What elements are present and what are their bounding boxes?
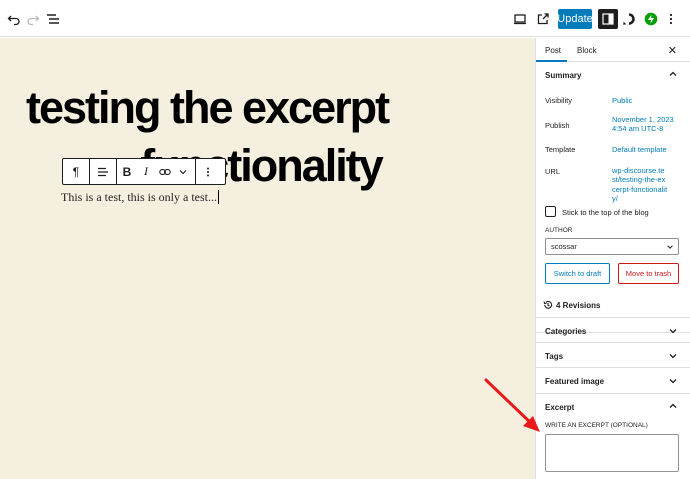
template-label: Template (545, 145, 576, 154)
chevron-down-icon (667, 245, 673, 249)
sidebar-tabs: Post Block ✕ (536, 38, 690, 62)
visibility-value[interactable]: Public (612, 96, 632, 105)
publish-label: Publish (545, 121, 570, 130)
link-icon[interactable] (155, 159, 175, 184)
post-title-line-1: testing the excerpt (26, 82, 390, 133)
chevron-down-icon[interactable] (668, 376, 678, 386)
discourse-icon[interactable] (621, 11, 637, 27)
undo-icon[interactable] (6, 11, 22, 27)
categories-panel[interactable]: Categories (536, 318, 690, 343)
list-view-icon[interactable] (45, 11, 61, 27)
active-tab-indicator (536, 60, 567, 62)
options-icon[interactable] (196, 159, 220, 184)
categories-heading[interactable]: Categories (545, 327, 586, 336)
excerpt-heading[interactable]: Excerpt (545, 403, 574, 412)
revisions-link[interactable]: 4 Revisions (556, 301, 600, 310)
url-value[interactable]: wp-discourse.test/testing-the-excerpt-fu… (612, 166, 668, 204)
align-icon[interactable] (90, 159, 116, 184)
excerpt-field-label: WRITE AN EXCERPT (OPTIONAL) (545, 422, 648, 429)
editor-header: Update (0, 0, 690, 37)
bold-icon[interactable]: B (117, 159, 137, 184)
excerpt-panel: Excerpt WRITE AN EXCERPT (OPTIONAL) (536, 394, 690, 479)
close-icon[interactable]: ✕ (668, 44, 677, 57)
publish-date-value[interactable]: November 1, 2023 4:54 am UTC-8 (612, 115, 682, 134)
tags-panel[interactable]: Tags (536, 343, 690, 368)
tags-heading[interactable]: Tags (545, 352, 563, 361)
visibility-label: Visibility (545, 96, 572, 105)
external-link-icon[interactable] (535, 11, 551, 27)
move-to-trash-button[interactable]: Move to trash (618, 263, 679, 284)
paragraph-text: This is a test, this is only a test... (61, 190, 217, 204)
url-label: URL (545, 167, 561, 176)
tab-post[interactable]: Post (545, 46, 561, 55)
text-caret (218, 190, 219, 204)
chevron-up-icon[interactable] (668, 401, 678, 411)
sticky-label: Stick to the top of the blog (562, 208, 649, 217)
sidebar-settings-icon[interactable] (598, 9, 618, 29)
chevron-up-icon[interactable] (668, 69, 678, 79)
excerpt-textarea[interactable] (545, 434, 679, 472)
more-rich-text-icon[interactable] (175, 159, 191, 184)
summary-heading[interactable]: Summary (545, 71, 581, 80)
jetpack-icon[interactable] (643, 11, 659, 27)
chevron-down-icon[interactable] (668, 326, 678, 336)
block-toolbar: ¶ B I (62, 158, 226, 185)
switch-to-draft-button[interactable]: Switch to draft (545, 263, 610, 284)
author-value: scossar (551, 242, 577, 251)
author-select[interactable]: scossar (545, 238, 679, 255)
redo-icon[interactable] (25, 11, 41, 27)
sticky-checkbox[interactable] (545, 206, 556, 217)
italic-icon[interactable]: I (137, 159, 155, 184)
revisions-panel[interactable]: 4 Revisions (536, 293, 690, 318)
author-label: AUTHOR (545, 227, 573, 234)
update-button[interactable]: Update (557, 9, 593, 29)
featured-image-panel[interactable]: Featured image (536, 368, 690, 394)
template-value[interactable]: Default template (612, 145, 667, 154)
editor-canvas[interactable]: testing the excerpt functionality ¶ B I … (0, 38, 535, 479)
featured-image-heading[interactable]: Featured image (545, 377, 604, 386)
chevron-down-icon[interactable] (668, 351, 678, 361)
settings-sidebar: Post Block ✕ Summary Visibility Public P… (535, 38, 690, 479)
more-vertical-icon[interactable] (663, 11, 679, 27)
paragraph-icon[interactable]: ¶ (63, 159, 89, 184)
history-icon (543, 301, 553, 309)
tab-block[interactable]: Block (577, 46, 597, 55)
desktop-preview-icon[interactable] (512, 11, 528, 27)
paragraph-block[interactable]: This is a test, this is only a test... (61, 190, 219, 205)
